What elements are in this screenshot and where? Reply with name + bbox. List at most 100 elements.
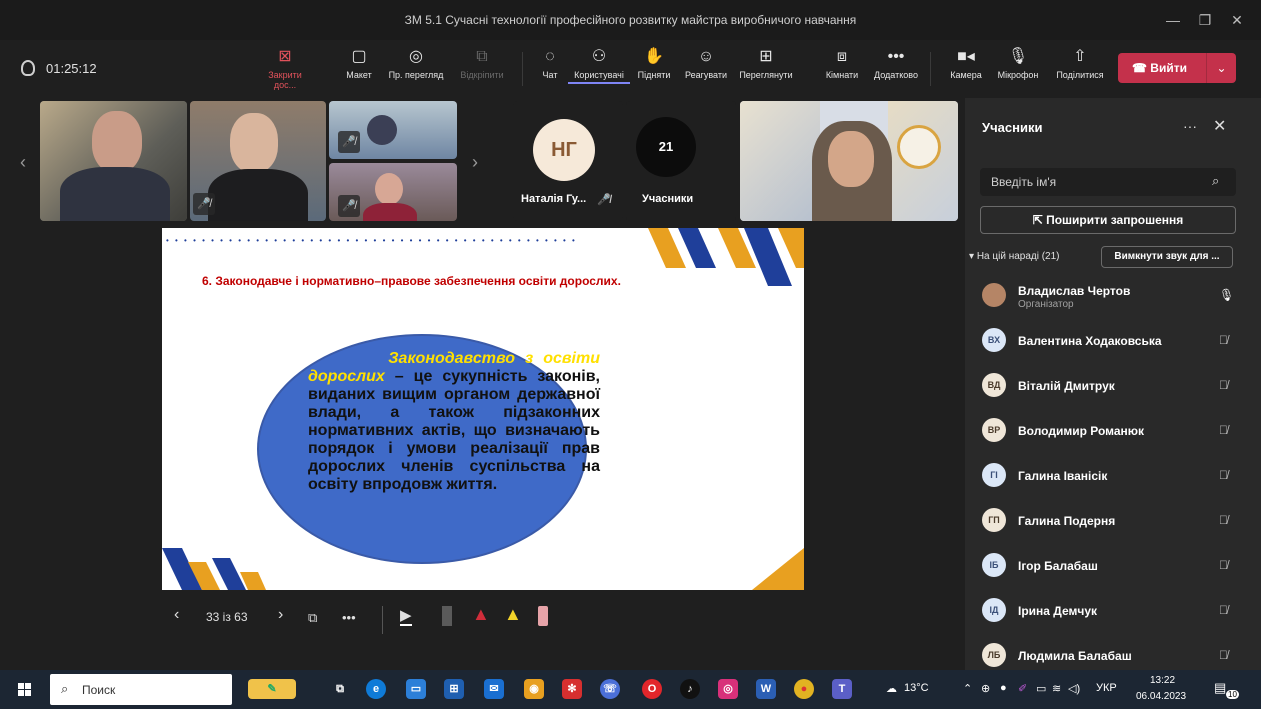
participant-row[interactable]: ІД Ірина Демчук 🎙̸	[965, 589, 1261, 633]
popout-icon: ⧉	[476, 48, 488, 65]
participant-row[interactable]: ВР Володимир Романюк 🎙̸	[965, 409, 1261, 453]
more-button[interactable]: ••• Додатково	[870, 48, 922, 80]
share-invite-button[interactable]: ⇱ Поширити запрошення	[980, 206, 1236, 234]
participant-row[interactable]: ГП Галина Подерня 🎙̸	[965, 499, 1261, 543]
next-slide-button[interactable]: ›	[278, 606, 283, 624]
stop-sharing-button[interactable]: ⊠ Закрити дос...	[262, 48, 308, 90]
participant-tile[interactable]: НГ Наталія Гу... 🎤̸	[513, 101, 623, 221]
clock-date[interactable]: 06.04.2023	[1136, 691, 1186, 702]
store-icon[interactable]: ⊞	[444, 679, 464, 699]
participant-row[interactable]: ІБ Ігор Балабаш 🎙̸	[965, 544, 1261, 588]
participant-name: Галина Іванісік	[1018, 469, 1108, 483]
shield-icon	[21, 60, 35, 76]
widgets-icon[interactable]: ✎	[248, 679, 296, 699]
participant-row[interactable]: ВХ Валентина Ходаковська 🎙̸	[965, 319, 1261, 363]
maximize-button[interactable]: ❐	[1190, 8, 1220, 32]
viber-icon[interactable]: ☏	[600, 679, 620, 699]
keyboard-language[interactable]: УКР	[1096, 682, 1117, 694]
teams-icon[interactable]: T	[832, 679, 852, 699]
eye-icon: ◎	[409, 48, 423, 65]
mute-all-button[interactable]: Вимкнути звук для ...	[1101, 246, 1233, 268]
pen-tool-icon[interactable]	[442, 606, 452, 626]
word-icon[interactable]: W	[756, 679, 776, 699]
chevron-left-icon[interactable]: ‹	[20, 152, 26, 173]
tiktok-icon[interactable]: ♪	[680, 679, 700, 699]
chevron-right-icon[interactable]: ›	[472, 152, 478, 173]
video-tile[interactable]	[40, 101, 187, 221]
task-view-icon[interactable]: ⧉	[330, 679, 350, 699]
share-link-icon: ⇱	[1032, 213, 1043, 227]
close-window-button[interactable]: ✕	[1222, 8, 1252, 32]
definition-body: – це сукупність законів, виданих вищим о…	[308, 368, 600, 493]
view-button[interactable]: ⊞ Переглянути	[738, 48, 794, 80]
rooms-button[interactable]: ⧈ Кімнати	[822, 48, 862, 80]
react-button[interactable]: ☺ Реагувати	[684, 48, 728, 80]
app-icon[interactable]: ✻	[562, 679, 582, 699]
preview-button[interactable]: ◎ Пр. перегляд	[388, 48, 444, 80]
video-tile[interactable]: 🎤̸	[190, 101, 326, 221]
popout-button[interactable]: ⧉ Відкріпити	[456, 48, 508, 80]
chevron-down-icon[interactable]: ⌄	[1206, 53, 1236, 83]
more-options-icon[interactable]: ···	[1183, 118, 1197, 134]
participant-role: Організатор	[1018, 299, 1074, 310]
taskbar-search[interactable]: ⌕ Поиск	[50, 674, 232, 705]
layout-button[interactable]: ▢ Макет	[344, 48, 374, 80]
phone-icon: ☎	[1132, 61, 1147, 75]
chat-button[interactable]: ◌ Чат	[540, 48, 560, 80]
video-tile[interactable]: 🎤̸	[329, 101, 457, 159]
minimize-button[interactable]: —	[1158, 8, 1188, 32]
definition-text: Законодавство з освіти дорослих – це сук…	[308, 350, 600, 494]
eraser-icon[interactable]	[538, 606, 548, 626]
pointer-tool-icon[interactable]: ▶	[400, 606, 412, 626]
edge-browser-icon[interactable]: e	[366, 679, 386, 699]
chrome-icon[interactable]: ●	[794, 679, 814, 699]
decorative-stripes	[752, 548, 804, 590]
participant-row[interactable]: Владислав Чертов Організатор 🎙	[965, 274, 1261, 318]
highlighter-icon[interactable]: ▲	[504, 604, 522, 625]
video-tile[interactable]: 🎤̸	[329, 163, 457, 221]
muted-mic-icon: 🎤̸	[338, 131, 360, 153]
participants-count-tile[interactable]: 21 Учасники	[626, 101, 736, 221]
section-header[interactable]: ▾ На цій нараді (21)	[969, 251, 1060, 262]
meeting-toolbar: 01:25:12 ⊠ Закрити дос... ▢ Макет ◎ Пр. пер…	[0, 40, 1261, 98]
background-banner	[740, 101, 820, 221]
microphone-button[interactable]: 🎙 Мікрофон	[994, 48, 1042, 80]
camera-icon: ■◂	[957, 48, 975, 65]
slide-grid-icon[interactable]: ⧉	[308, 610, 317, 626]
tray-app-icon[interactable]: ⊕	[981, 682, 990, 695]
notifications-icon[interactable]: ▤	[1214, 680, 1226, 696]
volume-icon[interactable]: ◁)	[1068, 682, 1080, 695]
decorative-stripes	[162, 548, 266, 590]
leave-label: ☎ Вийти	[1132, 61, 1187, 75]
pen-icon[interactable]: ✐	[1018, 682, 1027, 695]
person-silhouette	[60, 167, 170, 221]
people-button[interactable]: ⚇ Користувачі	[568, 48, 630, 84]
chevron-up-icon[interactable]: ⌃	[963, 682, 972, 695]
clock-time[interactable]: 13:22	[1150, 675, 1175, 686]
muted-mic-icon: 🎙̸	[1219, 423, 1228, 437]
file-explorer-icon[interactable]: ▭	[406, 679, 426, 699]
app-icon[interactable]: ◉	[524, 679, 544, 699]
windows-start-icon[interactable]	[18, 683, 32, 697]
video-tile[interactable]	[740, 101, 958, 221]
red-pen-icon[interactable]: ▲	[472, 604, 490, 625]
previous-slide-button[interactable]: ‹	[174, 606, 179, 624]
instagram-icon[interactable]: ◎	[718, 679, 738, 699]
leave-button[interactable]: ☎ Вийти ⌄	[1118, 53, 1236, 83]
close-panel-icon[interactable]: ✕	[1213, 116, 1226, 136]
rooms-icon: ⧈	[836, 48, 848, 65]
share-button[interactable]: ⇧ Поділитися	[1052, 48, 1108, 80]
raise-hand-button[interactable]: ✋ Підняти	[636, 48, 672, 80]
wifi-icon[interactable]: ≋	[1052, 682, 1061, 695]
more-options-icon[interactable]: •••	[342, 610, 356, 625]
weather-icon[interactable]: ☁	[886, 682, 897, 695]
participant-search-input[interactable]	[980, 168, 1236, 196]
avatar: ІД	[982, 598, 1006, 622]
mail-icon[interactable]: ✉	[484, 679, 504, 699]
mic-icon[interactable]: ●	[1000, 682, 1007, 694]
participant-row[interactable]: ГІ Галина Іванісік 🎙̸	[965, 454, 1261, 498]
participant-row[interactable]: ВД Віталій Дмитрук 🎙̸	[965, 364, 1261, 408]
opera-icon[interactable]: O	[642, 679, 662, 699]
camera-button[interactable]: ■◂ Камера	[946, 48, 986, 80]
battery-icon[interactable]: ▭	[1036, 682, 1046, 695]
